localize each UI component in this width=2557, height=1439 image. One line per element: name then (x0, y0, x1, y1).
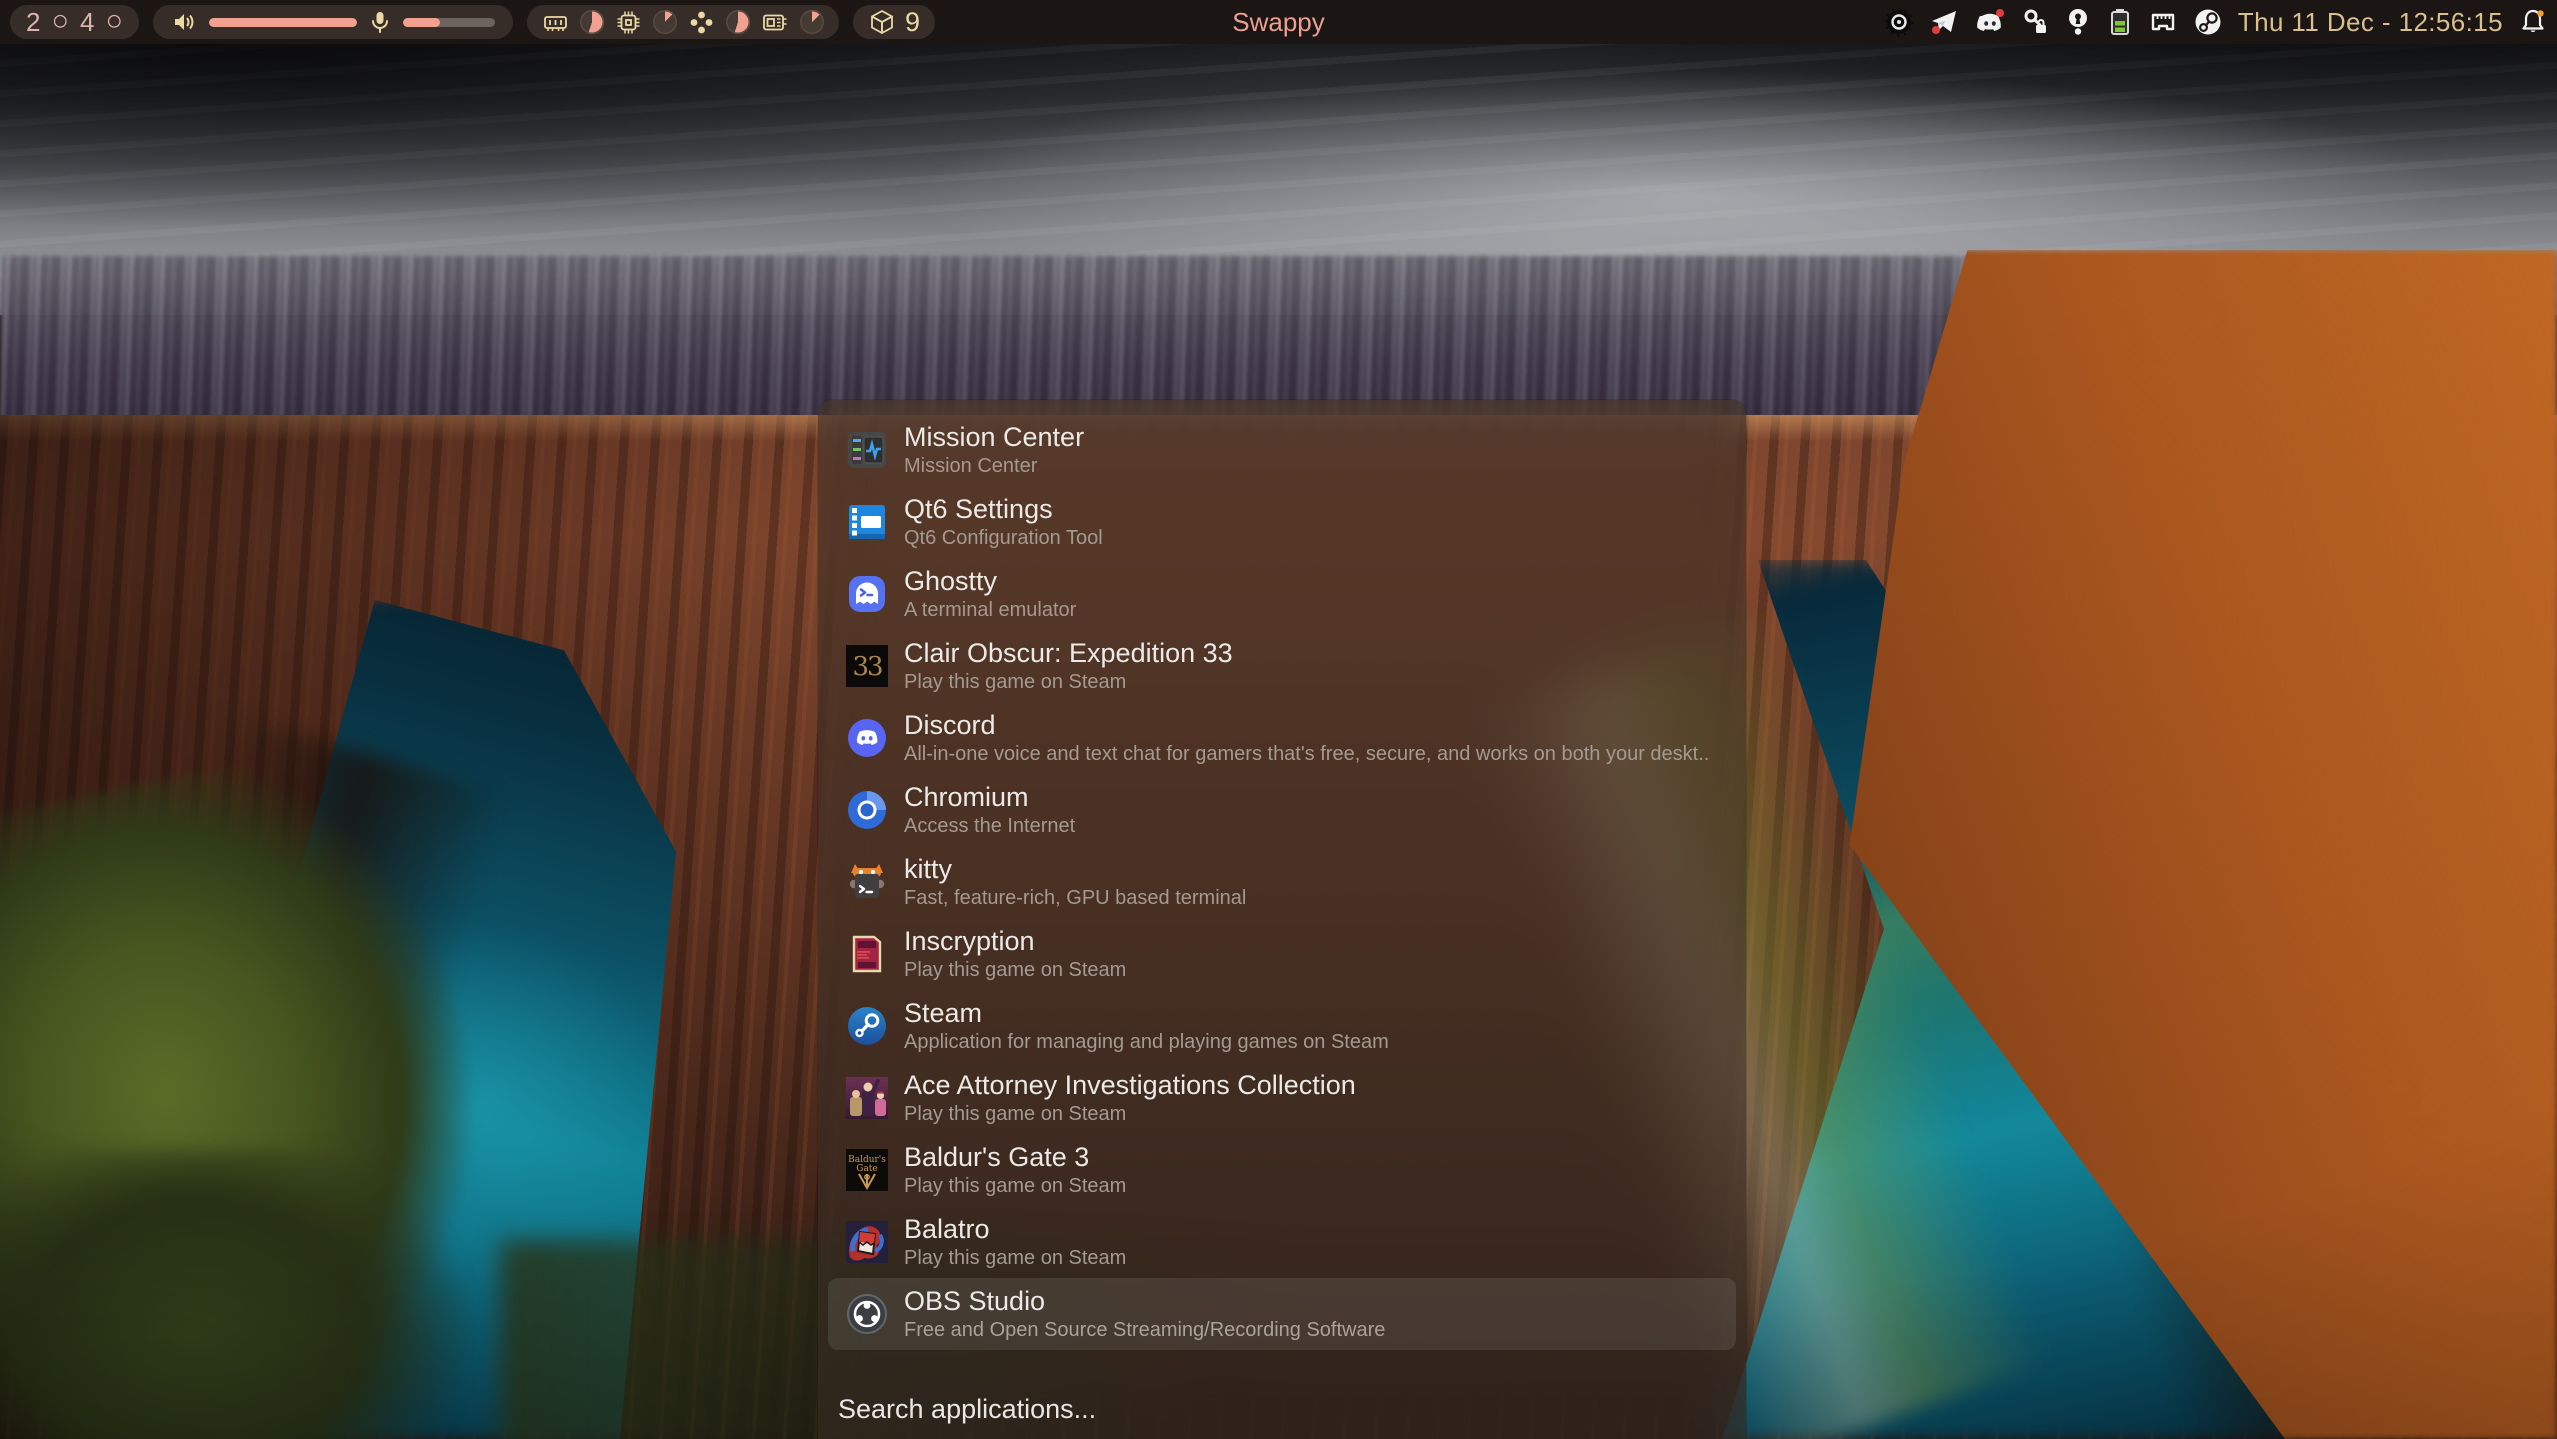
app-description: Play this game on Steam (904, 670, 1728, 694)
workspace-2-label[interactable]: 2 (26, 7, 40, 38)
list-item-ghostty[interactable]: Ghostty A terminal emulator (818, 558, 1746, 630)
system-stats-module[interactable] (527, 5, 839, 39)
app-description: Play this game on Steam (904, 1174, 1728, 1198)
updates-count: 9 (905, 7, 920, 38)
workspace-indicator-icon[interactable]: ○ (105, 7, 123, 36)
top-bar-right: Thu 11 Dec - 12:56:15 (1884, 0, 2548, 44)
key-lock-icon[interactable] (2021, 7, 2049, 37)
app-description: Play this game on Steam (904, 1246, 1728, 1270)
list-item-steam[interactable]: Steam Application for managing and playi… (818, 990, 1746, 1062)
baldurs-gate-3-icon: Baldur's Gate (846, 1149, 888, 1191)
keyhole-person-icon[interactable] (2064, 7, 2092, 37)
volume-slider[interactable] (209, 18, 357, 27)
battery-icon[interactable] (2107, 7, 2133, 37)
gpu-usage-pie (800, 10, 824, 34)
speaker-icon (171, 9, 197, 35)
app-description: Play this game on Steam (904, 1102, 1728, 1126)
steam-icon (846, 1005, 888, 1047)
ram-usage-pie (580, 10, 604, 34)
workspace-4-label[interactable]: 4 (80, 7, 94, 38)
app-description: Mission Center (904, 454, 1728, 478)
top-bar-left: 2 ○ 4 ○ (10, 0, 935, 44)
audio-module[interactable] (153, 5, 513, 39)
app-name: Chromium (904, 782, 1728, 812)
app-description: Qt6 Configuration Tool (904, 526, 1728, 550)
top-bar: 2 ○ 4 ○ (0, 0, 2557, 44)
svg-text:33: 33 (852, 652, 882, 682)
balatro-icon (846, 1221, 888, 1263)
list-item-inscryption[interactable]: Inscryption Play this game on Steam (818, 918, 1746, 990)
list-item-discord[interactable]: Discord All-in-one voice and text chat f… (818, 702, 1746, 774)
search-input[interactable]: Search applications... (838, 1394, 1096, 1425)
app-name: Balatro (904, 1214, 1728, 1244)
steelseries-icon[interactable] (1884, 7, 1914, 37)
discord-icon (846, 717, 888, 759)
app-list: Mission Center Mission Center Qt6 Settin… (818, 414, 1746, 1350)
gpu-icon (761, 9, 789, 36)
app-name: Mission Center (904, 422, 1728, 452)
list-item-qt6-settings[interactable]: Qt6 Settings Qt6 Configuration Tool (818, 486, 1746, 558)
app-description: Fast, feature-rich, GPU based terminal (904, 886, 1728, 910)
mic-slider-fill (403, 18, 440, 27)
app-description: A terminal emulator (904, 598, 1728, 622)
bell-icon[interactable] (2518, 7, 2548, 37)
fan-usage-pie (726, 10, 750, 34)
volume-slider-fill (209, 18, 357, 27)
ghostty-icon (846, 573, 888, 615)
list-item-obs-studio-selected[interactable]: OBS Studio Free and Open Source Streamin… (828, 1278, 1736, 1350)
microphone-icon (369, 10, 391, 34)
app-description: Free and Open Source Streaming/Recording… (904, 1318, 1718, 1342)
svg-text:Gate: Gate (856, 1164, 878, 1174)
steam-tray-icon[interactable] (2193, 7, 2223, 37)
app-name: Discord (904, 710, 1728, 740)
ethernet-icon[interactable] (2148, 7, 2178, 37)
package-icon (868, 8, 896, 36)
app-name: Baldur's Gate 3 (904, 1142, 1728, 1172)
list-item-baldurs-gate-3[interactable]: Baldur's Gate Baldur's Gate 3 Play this … (818, 1134, 1746, 1206)
workspace-indicator-icon[interactable]: ○ (51, 7, 69, 36)
kitty-icon (846, 861, 888, 903)
app-name: Ace Attorney Investigations Collection (904, 1070, 1728, 1100)
list-item-balatro[interactable]: Balatro Play this game on Steam (818, 1206, 1746, 1278)
chromium-icon (846, 789, 888, 831)
list-item-clair-obscur[interactable]: 33 Clair Obscur: Expedition 33 Play this… (818, 630, 1746, 702)
cpu-icon (615, 9, 642, 36)
obs-studio-icon (846, 1293, 888, 1335)
list-item-ace-attorney[interactable]: Ace Attorney Investigations Collection P… (818, 1062, 1746, 1134)
clair-obscur-icon: 33 (846, 645, 888, 687)
mic-slider[interactable] (403, 18, 495, 27)
telegram-icon[interactable] (1929, 7, 1959, 37)
inscryption-icon (846, 933, 888, 975)
focused-window-title: Swappy (1232, 0, 1325, 44)
ram-icon (542, 9, 569, 36)
updates-module[interactable]: 9 (853, 5, 935, 39)
app-name: OBS Studio (904, 1286, 1718, 1316)
list-item-mission-center[interactable]: Mission Center Mission Center (818, 414, 1746, 486)
workspaces-module[interactable]: 2 ○ 4 ○ (10, 5, 139, 39)
app-description: Application for managing and playing gam… (904, 1030, 1728, 1054)
qt6-settings-icon (846, 501, 888, 543)
app-description: Play this game on Steam (904, 958, 1728, 982)
app-description: Access the Internet (904, 814, 1728, 838)
app-name: Steam (904, 998, 1728, 1028)
app-launcher-panel: Mission Center Mission Center Qt6 Settin… (818, 400, 1746, 1439)
app-description: All-in-one voice and text chat for gamer… (904, 742, 1728, 766)
ace-attorney-icon (846, 1077, 888, 1119)
cpu-usage-pie (653, 10, 677, 34)
discord-tray-icon[interactable] (1974, 7, 2006, 37)
mission-center-icon (846, 429, 888, 471)
list-item-chromium[interactable]: Chromium Access the Internet (818, 774, 1746, 846)
app-name: kitty (904, 854, 1728, 884)
app-name: Clair Obscur: Expedition 33 (904, 638, 1728, 668)
fan-icon (688, 9, 715, 36)
clock: Thu 11 Dec - 12:56:15 (2238, 7, 2503, 38)
app-name: Inscryption (904, 926, 1728, 956)
list-item-kitty[interactable]: kitty Fast, feature-rich, GPU based term… (818, 846, 1746, 918)
app-name: Ghostty (904, 566, 1728, 596)
app-name: Qt6 Settings (904, 494, 1728, 524)
